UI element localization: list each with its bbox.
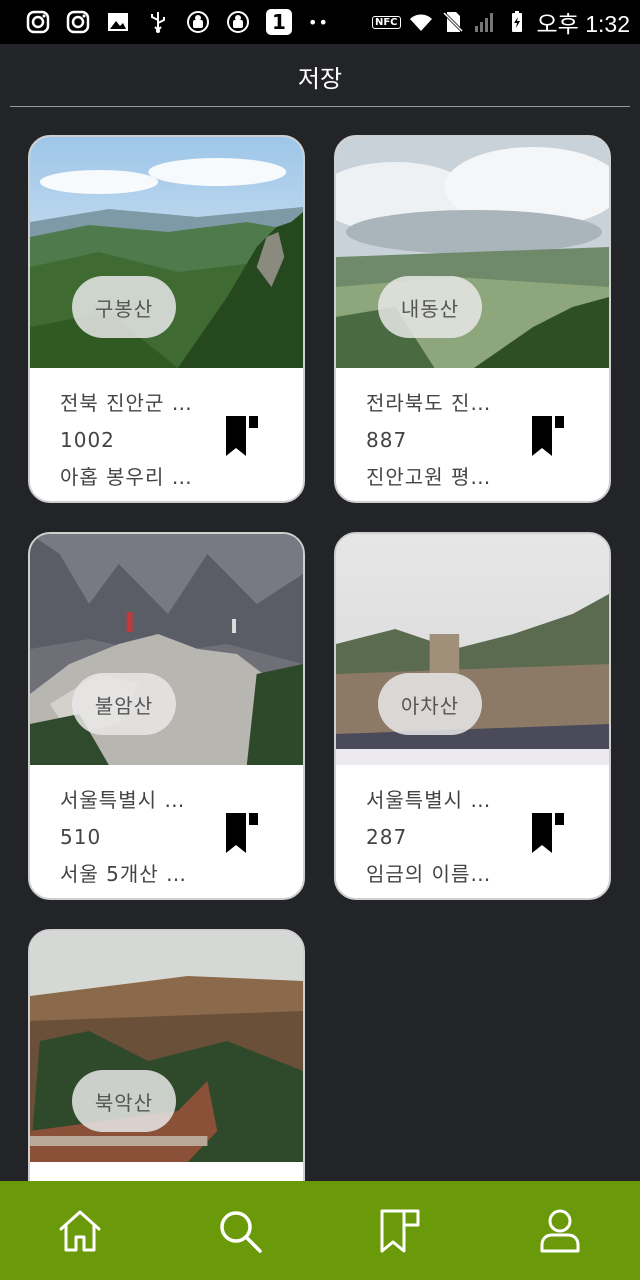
mountain-photo	[336, 534, 609, 765]
no-sim-icon	[441, 10, 465, 34]
page-header: 저장	[0, 44, 640, 108]
mountain-card[interactable]: 내동산 전라북도 진… 887 진안고원 평…	[334, 135, 611, 503]
mountain-photo	[30, 534, 303, 765]
mountain-name-label: 불암산	[72, 673, 176, 735]
mountain-card[interactable]: 구봉산 전북 진안군 … 1002 아홉 봉우리 …	[28, 135, 305, 503]
bookmark-button[interactable]	[526, 811, 570, 859]
signal-icon	[473, 10, 497, 34]
nfc-icon: NFC	[371, 15, 401, 29]
bottom-navigation	[0, 1181, 640, 1280]
mountain-height: 287	[366, 825, 408, 849]
mountain-card[interactable]: 불암산 서울특별시 … 510 서울 5개산 …	[28, 532, 305, 900]
nav-profile-button[interactable]	[530, 1201, 590, 1261]
android-debug-icon	[226, 10, 250, 34]
mountain-name-label: 아차산	[378, 673, 482, 735]
mountain-location: 서울특별시 …	[60, 788, 186, 812]
mountain-location: 전라북도 진…	[366, 391, 492, 415]
search-icon	[220, 1210, 262, 1253]
mountain-name-label: 북악산	[72, 1070, 176, 1132]
notification-badge: 1	[266, 9, 292, 35]
card-info: 전북 진안군 … 1002 아홉 봉우리 …	[60, 385, 240, 496]
mountain-height: 510	[60, 825, 102, 849]
home-icon	[59, 1210, 101, 1251]
wifi-icon	[409, 10, 433, 34]
nav-search-button[interactable]	[210, 1201, 270, 1261]
bookmark-filled-icon	[226, 416, 258, 456]
mountain-description: 서울 5개산 …	[60, 862, 188, 886]
mountain-description: 아홉 봉우리 …	[60, 465, 193, 489]
usb-icon	[146, 10, 170, 34]
mountain-photo	[336, 137, 609, 368]
mountain-height: 1002	[60, 428, 115, 452]
bookmark-button[interactable]	[220, 811, 264, 859]
mountain-location: 전북 진안군 …	[60, 391, 193, 415]
bookmark-filled-icon	[532, 813, 564, 853]
clock: 오후 1:32	[536, 11, 630, 37]
mountain-photo	[30, 931, 303, 1162]
mountain-name-label: 구봉산	[72, 276, 176, 338]
card-info: 서울특별시 … 510 서울 5개산 …	[60, 782, 240, 893]
mountain-height: 887	[366, 428, 408, 452]
gallery-icon	[106, 10, 130, 34]
header-divider	[10, 106, 630, 107]
card-info: 서울특별시 … 287 임금의 이름…	[366, 782, 546, 893]
mountain-description: 임금의 이름…	[366, 862, 492, 886]
mountain-card[interactable]: 아차산 서울특별시 … 287 임금의 이름…	[334, 532, 611, 900]
mountain-photo	[30, 137, 303, 368]
nav-home-button[interactable]	[50, 1201, 110, 1261]
profile-icon	[540, 1209, 580, 1252]
instagram-icon	[66, 10, 90, 34]
mountain-description: 진안고원 평…	[366, 465, 492, 489]
bookmark-filled-icon	[226, 813, 258, 853]
bookmark-filled-icon	[532, 416, 564, 456]
page-title: 저장	[297, 64, 343, 93]
mountain-location: 서울특별시 …	[366, 788, 492, 812]
android-debug-icon	[186, 10, 210, 34]
status-bar: 1 •• NFC 오후 1:32	[0, 0, 640, 44]
mountain-name-label: 내동산	[378, 276, 482, 338]
bookmark-button[interactable]	[526, 414, 570, 462]
more-notifications-icon: ••	[308, 12, 329, 32]
bookmark-icon	[380, 1209, 420, 1252]
bookmark-button[interactable]	[220, 414, 264, 462]
nav-saved-button[interactable]	[370, 1201, 430, 1261]
card-info: 전라북도 진… 887 진안고원 평…	[366, 385, 546, 496]
battery-charging-icon	[505, 10, 529, 34]
instagram-icon	[26, 10, 50, 34]
